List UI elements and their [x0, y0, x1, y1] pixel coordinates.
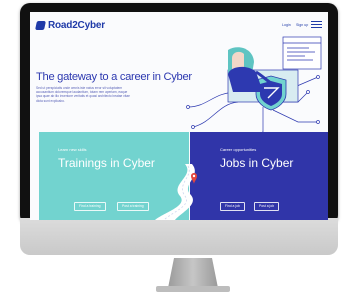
monitor-chin	[20, 218, 338, 255]
road-illustration	[155, 164, 197, 220]
jobs-title: Jobs in Cyber	[220, 156, 294, 170]
brand-name: Road2Cyber	[48, 20, 105, 31]
find-job-button[interactable]: Find a job	[220, 202, 245, 211]
trainings-kicker: Learn new skills	[58, 147, 87, 152]
monitor-stand-neck	[168, 258, 218, 288]
brand-logo[interactable]: Road2Cyber	[35, 20, 105, 31]
hero-body: Sed ut perspiciatis unde omnis iste natu…	[36, 86, 130, 103]
hero-illustration	[186, 36, 322, 139]
hamburger-menu-icon[interactable]	[311, 21, 322, 28]
monitor-stand-foot	[156, 286, 230, 292]
jobs-kicker: Career opportunities	[220, 147, 257, 152]
desktop-monitor: Road2Cyber Login Sign up The gateway to …	[20, 3, 338, 292]
post-job-button[interactable]: Post a job	[254, 202, 280, 211]
signup-link[interactable]: Sign up	[296, 23, 308, 27]
post-training-button[interactable]: Post a training	[117, 202, 149, 211]
find-training-button[interactable]: Find a training	[74, 202, 106, 211]
login-link[interactable]: Login	[282, 23, 291, 27]
jobs-card: Career opportunities Jobs in Cyber Find …	[190, 132, 328, 220]
trainings-title: Trainings in Cyber	[58, 156, 155, 170]
location-pin-icon	[191, 173, 197, 184]
monitor-screen: Road2Cyber Login Sign up The gateway to …	[30, 12, 328, 220]
logo-mark-icon	[35, 21, 46, 30]
